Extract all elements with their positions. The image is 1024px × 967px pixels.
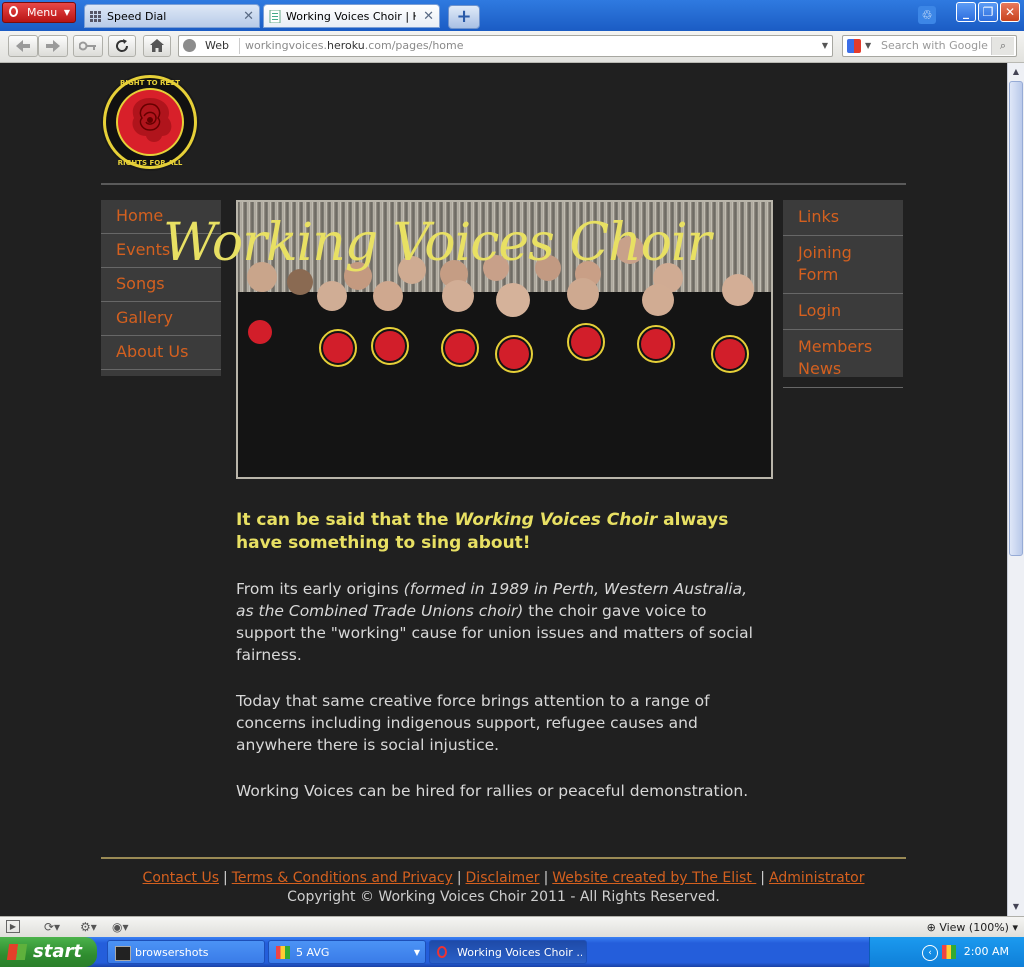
google-icon — [847, 39, 861, 53]
chevron-down-icon[interactable]: ▼ — [865, 36, 871, 56]
minimize-button[interactable]: _ — [956, 2, 976, 22]
taskbar-item-avg[interactable]: 5 AVG ▼ — [268, 940, 426, 964]
address-separator — [239, 38, 240, 54]
chevron-down-icon: ▼ — [413, 948, 420, 957]
close-tab-icon[interactable]: ✕ — [243, 5, 254, 29]
chevron-down-icon: ▼ — [63, 8, 70, 17]
wand-button[interactable] — [73, 35, 103, 57]
close-window-button[interactable]: ✕ — [1000, 2, 1020, 22]
scroll-up-icon[interactable]: ▲ — [1009, 64, 1023, 80]
origins-paragraph: From its early origins (formed in 1989 i… — [236, 580, 753, 664]
forward-arrow-icon — [46, 40, 60, 52]
zoom-level[interactable]: ⊕ View (100%) ▾ — [927, 917, 1018, 938]
header-divider — [101, 183, 906, 185]
search-icon[interactable]: ⌕ — [991, 37, 1014, 55]
site-title: Working Voices Choir — [163, 213, 711, 273]
page-viewport: RIGHT TO REST RIGHTS FOR ALL Home Events… — [0, 63, 1007, 916]
reload-button[interactable] — [108, 35, 136, 57]
svg-text:RIGHTS FOR ALL: RIGHTS FOR ALL — [118, 159, 183, 167]
url-text: workingvoices.heroku.com/pages/home — [245, 39, 464, 52]
nav-about-us[interactable]: About Us — [101, 336, 221, 370]
forward-button[interactable] — [38, 35, 68, 57]
nav-songs[interactable]: Songs — [101, 268, 221, 302]
page-favicon-icon — [269, 10, 281, 23]
footer: Contact Us | Terms & Conditions and Privac… — [101, 869, 906, 907]
browser-status-bar: ▶ ⟳▾ ⚙▾ ◉▾ ⊕ View (100%) ▾ — [0, 916, 1024, 938]
copyright-text: Copyright © Working Voices Choir 2011 - … — [287, 889, 720, 905]
footer-separator: | — [456, 870, 462, 886]
nav-joining-form[interactable]: Joining Form — [783, 236, 903, 294]
avg-icon — [276, 946, 290, 959]
nav-gallery[interactable]: Gallery — [101, 302, 221, 336]
avg-tray-icon[interactable] — [942, 945, 956, 959]
footer-divider — [101, 857, 906, 859]
today-paragraph: Today that same creative force brings at… — [236, 692, 710, 754]
speed-dial-icon — [90, 11, 101, 22]
opera-menu-label: Menu — [27, 6, 58, 19]
footer-link-website-credit[interactable]: Website created by The Elist — [552, 870, 756, 886]
tab-working-voices[interactable]: Working Voices Choir | H... ✕ — [263, 4, 440, 28]
hire-paragraph: Working Voices can be hired for rallies … — [236, 782, 749, 800]
windows-logo-icon — [6, 944, 28, 960]
back-arrow-icon — [16, 40, 30, 52]
page-scrollbar[interactable]: ▲ ▼ — [1007, 63, 1024, 916]
trash-icon[interactable]: ♲ — [918, 6, 936, 24]
search-placeholder: Search with Google — [881, 39, 988, 52]
search-input[interactable]: ▼ Search with Google ⌕ — [842, 35, 1017, 57]
system-tray: ‹ 2:00 AM — [869, 937, 1024, 967]
lead-heading: It can be said that the Working Voices C… — [236, 510, 729, 553]
home-icon — [150, 39, 164, 52]
tab-speed-dial[interactable]: Speed Dial ✕ — [84, 4, 260, 28]
footer-link-administrator[interactable]: Administrator — [769, 870, 864, 886]
right-navigation: Links Joining Form Login Members News — [783, 200, 903, 388]
browser-address-bar: Web workingvoices.heroku.com/pages/home … — [0, 31, 1024, 63]
address-mode-label: Web — [205, 39, 229, 52]
footer-links: Contact Us | Terms & Conditions and Privac… — [101, 869, 906, 888]
tab-title: Speed Dial — [107, 10, 167, 23]
scrollbar-thumb[interactable] — [1009, 81, 1023, 556]
tab-title: Working Voices Choir | H... — [286, 10, 416, 23]
back-button[interactable] — [8, 35, 38, 57]
new-tab-button[interactable]: + — [448, 5, 480, 29]
choir-logo[interactable]: RIGHT TO REST RIGHTS FOR ALL — [100, 72, 200, 172]
nav-login[interactable]: Login — [783, 294, 903, 330]
close-tab-icon[interactable]: ✕ — [423, 5, 434, 29]
scroll-down-icon[interactable]: ▼ — [1009, 899, 1023, 915]
footer-separator: | — [543, 870, 549, 886]
unite-icon[interactable]: ⚙▾ — [80, 920, 97, 934]
nav-members-news[interactable]: Members News — [783, 330, 903, 388]
start-label: start — [33, 941, 82, 962]
globe-icon — [183, 39, 196, 52]
taskbar-clock: 2:00 AM — [963, 945, 1009, 958]
home-button[interactable] — [143, 35, 171, 57]
opera-logo-icon — [9, 6, 18, 17]
console-icon — [115, 946, 131, 961]
footer-link-contact-us[interactable]: Contact Us — [143, 870, 219, 886]
footer-link-terms[interactable]: Terms & Conditions and Privacy — [232, 870, 453, 886]
opera-icon — [437, 946, 447, 958]
start-button[interactable]: start — [0, 937, 97, 967]
browser-tab-strip: Menu ▼ Speed Dial ✕ Working Voices Choir… — [0, 0, 1024, 31]
footer-separator: | — [223, 870, 228, 886]
reload-icon — [116, 39, 129, 52]
chevron-down-icon[interactable]: ▼ — [822, 36, 828, 56]
opera-menu-button[interactable]: Menu ▼ — [2, 2, 76, 23]
svg-text:RIGHT TO REST: RIGHT TO REST — [120, 79, 180, 87]
nav-links[interactable]: Links — [783, 200, 903, 236]
taskbar-item-browsershots[interactable]: browsershots — [107, 940, 265, 964]
url-input[interactable]: Web workingvoices.heroku.com/pages/home … — [178, 35, 833, 57]
windows-taskbar: start browsershots 5 AVG ▼ Working Voice… — [0, 937, 1024, 967]
key-icon — [78, 41, 96, 51]
tray-expand-icon[interactable]: ‹ — [922, 945, 938, 961]
restore-button[interactable]: ❐ — [978, 2, 998, 22]
footer-separator: | — [760, 870, 766, 886]
turbo-icon[interactable]: ◉▾ — [112, 920, 129, 934]
panel-toggle-icon[interactable]: ▶ — [6, 920, 20, 933]
taskbar-item-working-voices[interactable]: Working Voices Choir ... — [429, 940, 587, 964]
sync-icon[interactable]: ⟳▾ — [44, 920, 60, 934]
footer-link-disclaimer[interactable]: Disclaimer — [466, 870, 540, 886]
